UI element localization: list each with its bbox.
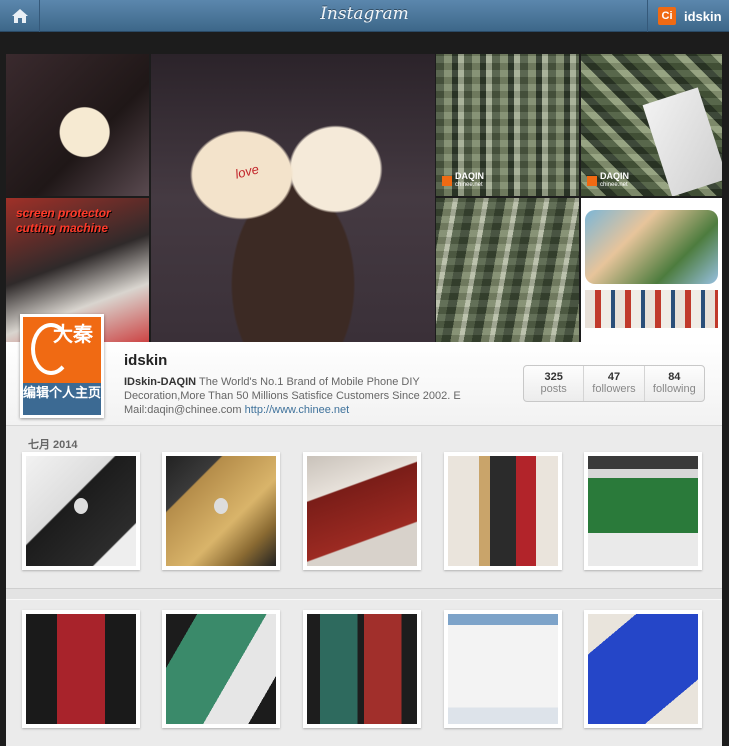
month-label: 七月 2014 — [28, 439, 78, 451]
phone-case-text: love — [233, 161, 261, 182]
photo-feed: 七月 2014 — [6, 426, 722, 746]
bio-name: IDskin-DAQIN — [124, 376, 197, 388]
user-avatar-icon: Ci — [658, 7, 676, 25]
daqin-logo-icon — [442, 176, 452, 186]
phone-skins-strip — [585, 290, 718, 328]
profile-username: idskin — [124, 352, 168, 369]
mosaic-overlay-text: screen protector cutting machine — [16, 206, 111, 235]
row-separator — [6, 588, 722, 600]
stat-followers[interactable]: 47 followers — [583, 366, 643, 401]
apple-logo-icon — [214, 498, 228, 514]
profile-stats: 325 posts 47 followers 84 following — [523, 365, 705, 402]
stat-following[interactable]: 84 following — [643, 366, 704, 401]
mosaic-photo[interactable] — [436, 198, 579, 342]
profile-bio: IDskin-DAQIN The World's No.1 Brand of M… — [124, 375, 498, 417]
top-bar: Instagram Ci idskin — [0, 0, 729, 32]
home-icon — [11, 9, 28, 23]
mosaic-photo[interactable]: DAQIN chinee.net — [581, 54, 722, 196]
mosaic-photo-featured[interactable]: love — [151, 54, 435, 342]
profile-menu-button[interactable]: Ci idskin — [647, 0, 729, 32]
mosaic-photo[interactable] — [6, 54, 149, 196]
mosaic-photo[interactable] — [581, 198, 722, 342]
website-link[interactable]: http://www.chinee.net — [245, 404, 350, 416]
edit-profile-button[interactable]: 编辑个人主页 — [23, 383, 101, 415]
photo-thumbnail[interactable] — [162, 452, 280, 570]
photo-thumbnail[interactable] — [22, 610, 140, 728]
avatar-characters: 大秦 — [53, 324, 93, 346]
apple-logo-icon — [74, 498, 88, 514]
daqin-watermark: DAQIN chinee.net — [587, 172, 629, 190]
group-photo — [585, 210, 718, 284]
daqin-watermark: DAQIN chinee.net — [442, 172, 484, 190]
header-username: idskin — [684, 8, 722, 24]
photo-thumbnail[interactable] — [584, 452, 702, 570]
photo-thumbnail[interactable] — [444, 452, 562, 570]
peel-sheet — [642, 87, 722, 196]
photo-thumbnail[interactable] — [584, 610, 702, 728]
photo-thumbnail[interactable] — [444, 610, 562, 728]
photo-thumbnail[interactable] — [303, 610, 421, 728]
profile-avatar: 大秦 编辑个人主页 — [20, 314, 104, 418]
stat-posts[interactable]: 325 posts — [524, 366, 583, 401]
photo-thumbnail[interactable] — [162, 610, 280, 728]
home-button[interactable] — [0, 0, 40, 32]
daqin-logo-icon — [587, 176, 597, 186]
photo-thumbnail[interactable] — [22, 452, 140, 570]
avatar-image: 大秦 — [23, 317, 101, 383]
cover-mosaic: screen protector cutting machine love DA… — [6, 54, 722, 342]
instagram-logo: Instagram — [320, 4, 409, 24]
photo-thumbnail[interactable] — [303, 452, 421, 570]
mosaic-photo[interactable]: DAQIN chinee.net — [436, 54, 579, 196]
